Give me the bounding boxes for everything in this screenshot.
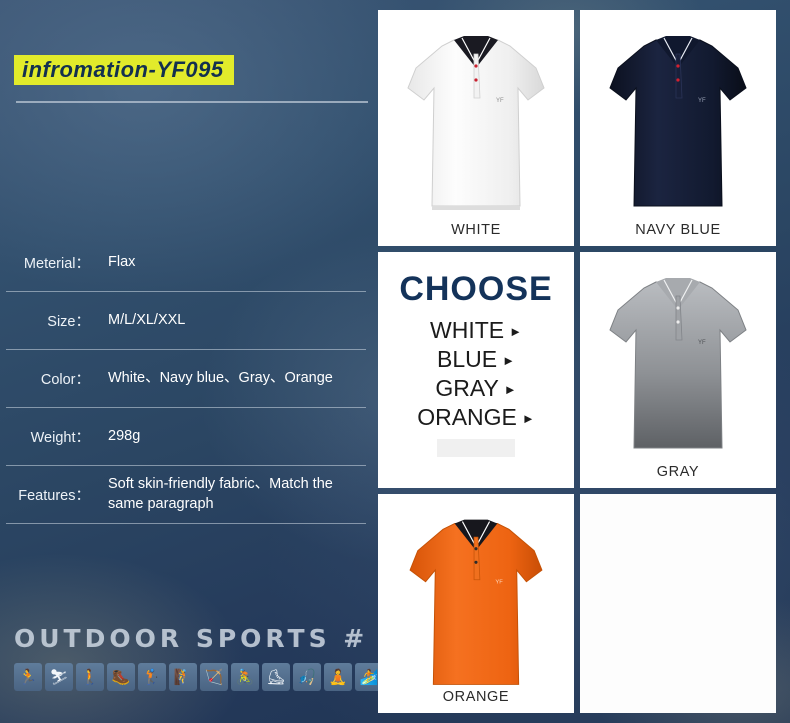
arrow-right-icon: ► xyxy=(509,324,522,339)
navy-polo-image: YF xyxy=(609,36,747,207)
gray-polo-image: YF xyxy=(609,278,747,449)
gallery-cell-white[interactable]: YF WHITE xyxy=(378,10,574,246)
climber-icon: 🧗 xyxy=(169,663,197,691)
spec-value-weight: 298g xyxy=(108,427,141,444)
hiker-icon: 🥾 xyxy=(107,663,135,691)
spec-row-meterial: Meterial： Flax xyxy=(6,234,366,292)
product-gallery-grid: YF WHITE YF NAVY BLUE CHOOSE WHITE ► BLU… xyxy=(378,10,782,713)
skier-icon: ⛷ xyxy=(45,663,73,691)
cyclist-icon: 🚴 xyxy=(231,663,259,691)
left-info-panel: infromation-YF095 Meterial： Flax Size： M… xyxy=(0,0,383,723)
sport-icon-row: 🏃 ⛷ 🚶 🥾 🏌 🧗 🏹 🚴 ⛸ 🎣 🧘 🏄 xyxy=(14,663,383,691)
choose-option-blue-label: BLUE xyxy=(437,346,498,372)
yoga-icon: 🧘 xyxy=(324,663,352,691)
choose-panel: CHOOSE WHITE ► BLUE ► GRAY ► ORANGE ► xyxy=(378,252,574,488)
gallery-caption-white: WHITE xyxy=(451,222,501,238)
spec-value-color: White、Navy blue、Gray、Orange xyxy=(108,369,333,386)
outdoor-sports-block: OUTDOOR SPORTS # 🏃 ⛷ 🚶 🥾 🏌 🧗 🏹 🚴 ⛸ 🎣 🧘 🏄 xyxy=(14,624,383,691)
golfer-icon: 🏌 xyxy=(138,663,166,691)
arrow-right-icon: ► xyxy=(521,411,535,426)
arrow-right-icon: ► xyxy=(503,382,517,397)
svg-text:YF: YF xyxy=(698,98,706,104)
arrow-right-icon: ► xyxy=(502,353,515,368)
spec-label-features: Features： xyxy=(18,488,90,504)
svg-text:YF: YF xyxy=(495,580,503,586)
spec-label-weight: Weight： xyxy=(30,430,90,446)
spec-value-size: M/L/XL/XXL xyxy=(108,311,186,328)
svg-text:YF: YF xyxy=(698,340,706,346)
archer-icon: 🏹 xyxy=(200,663,228,691)
fisher-icon: 🎣 xyxy=(293,663,321,691)
gallery-caption-orange: ORANGE xyxy=(442,689,510,705)
spec-label-color: Color： xyxy=(40,372,90,388)
choose-option-orange[interactable]: ORANGE ► xyxy=(378,404,574,431)
runner-icon: 🏃 xyxy=(14,663,42,691)
choose-option-gray[interactable]: GRAY ► xyxy=(378,375,574,402)
gallery-caption-gray: GRAY xyxy=(656,464,700,480)
svg-text:YF: YF xyxy=(496,98,504,104)
white-polo-image: YF xyxy=(407,36,545,210)
orange-polo-image: YF xyxy=(409,519,543,685)
choose-option-orange-label: ORANGE xyxy=(417,404,517,430)
choose-option-white[interactable]: WHITE ► xyxy=(378,317,574,344)
outdoor-sports-heading: OUTDOOR SPORTS # xyxy=(14,624,369,653)
choose-option-white-label: WHITE xyxy=(430,317,505,343)
spec-row-weight: Weight： 298g xyxy=(6,408,366,466)
spec-label-size: Size： xyxy=(47,314,90,330)
choose-option-gray-label: GRAY xyxy=(435,375,499,401)
gallery-cell-orange[interactable]: YF ORANGE xyxy=(378,494,574,713)
gallery-cell-gray[interactable]: YF GRAY xyxy=(580,252,776,488)
choose-option-list: WHITE ► BLUE ► GRAY ► ORANGE ► xyxy=(378,315,574,433)
spec-row-color: Color： White、Navy blue、Gray、Orange xyxy=(6,350,366,408)
skater-icon: ⛸ xyxy=(262,663,290,691)
title-underline xyxy=(16,101,368,103)
spec-value-features: Soft skin-friendly fabric、Match the same… xyxy=(108,475,333,512)
choose-heading: CHOOSE xyxy=(399,270,553,308)
choose-option-blue[interactable]: BLUE ► xyxy=(378,346,574,373)
page-title-wrap: infromation-YF095 xyxy=(14,55,368,103)
page-title: infromation-YF095 xyxy=(14,55,234,86)
spec-label-meterial: Meterial： xyxy=(23,256,90,272)
gallery-cell-navy[interactable]: YF NAVY BLUE xyxy=(580,10,776,246)
gallery-cell-empty xyxy=(580,494,776,713)
spec-table: Meterial： Flax Size： M/L/XL/XXL Color： W… xyxy=(6,234,366,524)
product-detail-page: infromation-YF095 Meterial： Flax Size： M… xyxy=(0,0,790,723)
spec-row-size: Size： M/L/XL/XXL xyxy=(6,292,366,350)
gallery-caption-navy: NAVY BLUE xyxy=(635,222,721,238)
choose-placeholder-bar xyxy=(437,439,515,457)
spec-row-features: Features： Soft skin-friendly fabric、Matc… xyxy=(6,466,366,524)
spec-value-meterial: Flax xyxy=(108,253,136,270)
walker-icon: 🚶 xyxy=(76,663,104,691)
